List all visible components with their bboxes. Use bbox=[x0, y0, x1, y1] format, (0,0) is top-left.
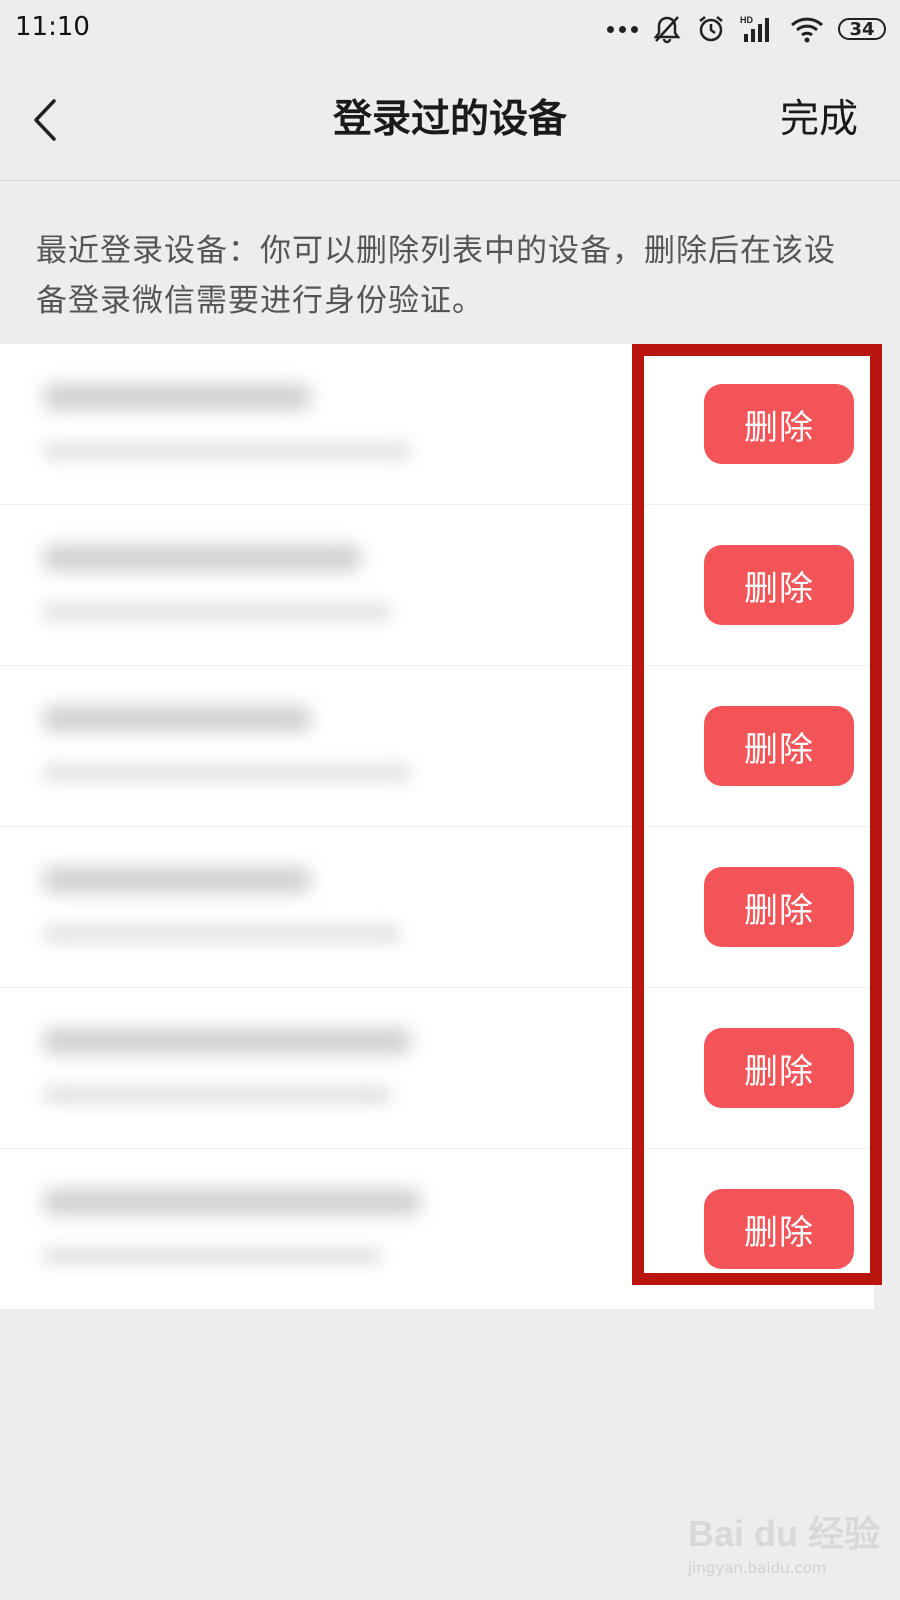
device-info-blurred bbox=[42, 442, 412, 460]
device-info-blurred bbox=[42, 603, 392, 621]
chevron-left-icon bbox=[34, 99, 56, 141]
device-info-blurred bbox=[42, 764, 412, 782]
page-title: 登录过的设备 bbox=[332, 97, 567, 142]
more-dots-icon bbox=[607, 25, 638, 33]
description-text: 最近登录设备：你可以删除列表中的设备，删除后在该设备登录微信需要进行身份验证。 bbox=[36, 233, 836, 319]
device-name-blurred bbox=[42, 545, 362, 571]
nav-bar: 登录过的设备 完成 bbox=[0, 60, 900, 180]
hd-signal-icon: HD bbox=[740, 15, 769, 42]
back-button[interactable] bbox=[30, 92, 70, 148]
status-time: 11:10 bbox=[15, 12, 90, 42]
mute-bell-icon bbox=[653, 16, 681, 44]
device-info-blurred bbox=[42, 1247, 382, 1265]
device-name-blurred bbox=[42, 706, 312, 732]
status-icons: HD 34 bbox=[607, 12, 886, 46]
status-bar: 11:10 HD 34 bbox=[0, 0, 900, 60]
svg-text:HD: HD bbox=[740, 15, 753, 25]
wifi-icon bbox=[790, 17, 824, 43]
device-name-blurred bbox=[42, 1028, 412, 1054]
device-info-blurred bbox=[42, 1086, 392, 1104]
device-name-blurred bbox=[42, 384, 312, 410]
done-button[interactable]: 完成 bbox=[780, 60, 858, 180]
battery-icon: 34 bbox=[838, 18, 886, 40]
nav-divider bbox=[0, 180, 900, 181]
device-name-blurred bbox=[42, 867, 312, 893]
device-name-blurred bbox=[42, 1189, 422, 1215]
device-info-blurred bbox=[42, 925, 402, 943]
battery-level: 34 bbox=[849, 18, 875, 40]
watermark: Bai du 经验 jingyan.baidu.com bbox=[688, 1505, 888, 1585]
watermark-url: jingyan.baidu.com bbox=[688, 1559, 827, 1577]
watermark-logo: Bai du 经验 bbox=[688, 1513, 881, 1554]
alarm-icon bbox=[699, 16, 723, 42]
annotation-highlight-box bbox=[632, 344, 882, 1285]
